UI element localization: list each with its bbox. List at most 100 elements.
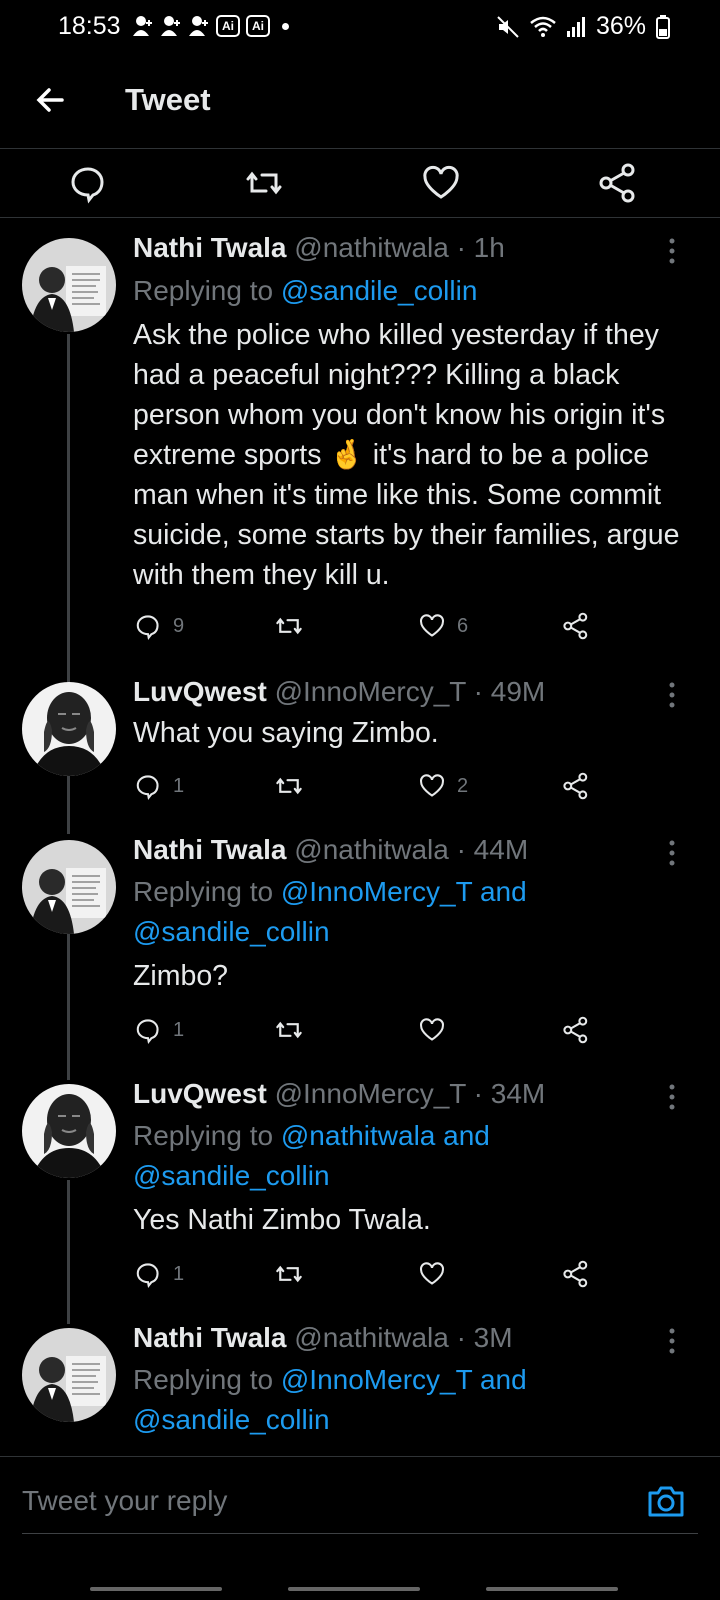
replying-to-label: Replying to <box>133 1364 281 1395</box>
reply-icon <box>136 775 159 800</box>
like-count: 2 <box>457 774 469 797</box>
mention-link[interactable]: @InnoMercy_T and <box>281 876 527 907</box>
display-name[interactable]: LuvQwest <box>133 1078 267 1109</box>
handle-time: @InnoMercy_T · 49M <box>274 676 546 707</box>
page-title: Tweet <box>125 82 211 117</box>
nav-gesture-bar[interactable] <box>90 1587 222 1591</box>
reply-icon <box>136 615 159 640</box>
reply-count: 9 <box>173 614 185 637</box>
retweet-button[interactable] <box>273 766 305 806</box>
share-button[interactable] <box>561 1254 591 1294</box>
handle-time: @InnoMercy_T · 34M <box>274 1078 546 1109</box>
share-icon <box>563 1016 588 1044</box>
share-icon <box>563 772 588 800</box>
tweet-actions: 1 2 <box>133 766 613 806</box>
mute-icon <box>497 15 519 38</box>
nav-gesture-bar[interactable] <box>288 1587 420 1591</box>
display-name[interactable]: Nathi Twala <box>133 232 287 263</box>
retweet-icon <box>276 1265 302 1283</box>
tweet-header: Nathi Twala @nathitwala · 3M <box>133 1324 513 1354</box>
heart-icon[interactable] <box>419 161 463 205</box>
more-options-icon[interactable] <box>662 1326 682 1356</box>
more-options-icon[interactable] <box>662 236 682 266</box>
wifi-icon <box>530 16 556 37</box>
thread-line <box>67 934 70 1080</box>
reply-button[interactable]: 1 <box>133 766 184 806</box>
share-icon <box>563 1260 588 1288</box>
input-underline <box>22 1533 698 1534</box>
display-name[interactable]: Nathi Twala <box>133 834 287 865</box>
reply-icon[interactable] <box>66 161 110 205</box>
retweet-button[interactable] <box>273 1254 305 1294</box>
user-add-icon <box>133 16 152 36</box>
reply-tweet[interactable]: LuvQwest @InnoMercy_T · 34M Replying to … <box>0 1078 720 1324</box>
mention-link[interactable]: @sandile_collin <box>133 1160 330 1191</box>
display-name[interactable]: LuvQwest <box>133 676 267 707</box>
share-button[interactable] <box>561 606 591 646</box>
thread-line <box>67 334 70 678</box>
replying-to: Replying to @InnoMercy_T and @sandile_col… <box>133 872 693 952</box>
reply-button[interactable]: 1 <box>133 1254 184 1294</box>
tweet-text: Ask the police who killed yesterday if t… <box>133 319 680 591</box>
retweet-icon <box>276 617 302 635</box>
more-options-icon[interactable] <box>662 680 682 710</box>
mention-link[interactable]: @sandile_collin <box>133 1404 330 1435</box>
replying-to-label: Replying to <box>133 275 281 306</box>
reply-tweet[interactable]: Nathi Twala @nathitwala · 44M Replying t… <box>0 834 720 1080</box>
reply-button[interactable]: 9 <box>133 606 184 646</box>
like-button[interactable] <box>417 1254 457 1294</box>
more-options-icon[interactable] <box>662 1082 682 1112</box>
like-button[interactable] <box>417 1010 457 1050</box>
share-button[interactable] <box>561 1010 591 1050</box>
replying-to-label: Replying to <box>133 876 281 907</box>
replying-to-label: Replying to <box>133 1120 281 1151</box>
nav-gesture-bar[interactable] <box>486 1587 618 1591</box>
status-bar: 18:53 Ai Ai 36% <box>0 0 720 56</box>
notification-icons: Ai Ai <box>132 14 289 38</box>
camera-icon[interactable] <box>646 1481 686 1521</box>
reply-tweet[interactable]: LuvQwest @InnoMercy_T · 49M What you say… <box>0 676 720 834</box>
reply-tweet[interactable]: Nathi Twala @nathitwala · 3M Replying to… <box>0 1324 720 1456</box>
like-count: 6 <box>457 614 469 637</box>
main-tweet-actions <box>0 148 720 218</box>
share-icon[interactable] <box>596 161 640 205</box>
tweet-header: LuvQwest @InnoMercy_T · 49M <box>133 676 545 708</box>
mention-link[interactable]: @sandile_collin <box>133 916 330 947</box>
mention-link[interactable]: @InnoMercy_T and <box>281 1364 527 1395</box>
avatar[interactable] <box>22 682 116 776</box>
avatar[interactable] <box>22 238 116 332</box>
avatar[interactable] <box>22 840 116 934</box>
heart-icon <box>420 1018 444 1041</box>
mention-link[interactable]: @sandile_collin <box>281 275 478 306</box>
mention-link[interactable]: @nathitwala and <box>281 1120 490 1151</box>
tweet-text: Zimbo? <box>133 960 229 992</box>
retweet-button[interactable] <box>273 606 305 646</box>
handle-time: @nathitwala · 44M <box>294 834 529 865</box>
signal-icon <box>566 16 585 37</box>
retweet-button[interactable] <box>273 1010 305 1050</box>
reply-input[interactable] <box>22 1481 622 1521</box>
more-options-icon[interactable] <box>662 838 682 868</box>
retweet-icon[interactable] <box>242 161 286 205</box>
display-name[interactable]: Nathi Twala <box>133 1324 287 1353</box>
heart-icon <box>420 614 444 637</box>
avatar[interactable] <box>22 1328 116 1422</box>
more-notifications-dot <box>282 22 289 30</box>
back-arrow-icon[interactable] <box>28 78 72 122</box>
battery-percent: 36% <box>595 12 646 40</box>
share-button[interactable] <box>561 766 591 806</box>
heart-icon <box>420 1262 444 1285</box>
thread-line <box>67 1180 70 1324</box>
user-add-icon <box>189 16 208 36</box>
tweet-actions: 1 <box>133 1010 613 1050</box>
like-button[interactable]: 6 <box>417 606 468 646</box>
reply-tweet[interactable]: Nathi Twala @nathitwala · 1h Replying to… <box>0 218 720 678</box>
reply-icon <box>136 1019 159 1044</box>
status-right: 36% <box>496 12 670 41</box>
reply-composer <box>0 1456 720 1600</box>
reply-button[interactable]: 1 <box>133 1010 184 1050</box>
status-time: 18:53 <box>58 12 121 40</box>
ai-badge-icon: Ai <box>246 15 270 37</box>
avatar[interactable] <box>22 1084 116 1178</box>
like-button[interactable]: 2 <box>417 766 468 806</box>
